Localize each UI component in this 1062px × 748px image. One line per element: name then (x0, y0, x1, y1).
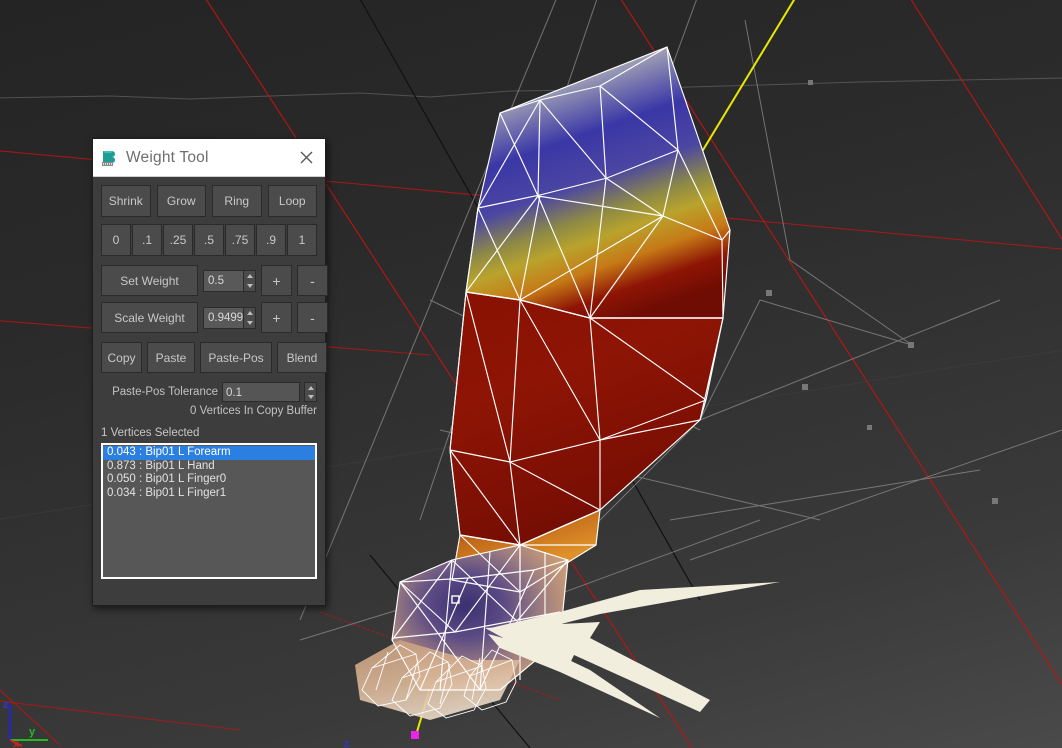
tolerance-spinner-up[interactable] (305, 383, 316, 392)
list-item[interactable]: 0.050 : Bip01 L Finger0 (103, 473, 315, 487)
quick-weight-0[interactable]: 0 (101, 224, 131, 256)
scale-weight-spinner-arrows[interactable] (243, 306, 256, 329)
scale-weight-value[interactable]: 0.9499 (203, 306, 243, 329)
set-weight-spinner-up[interactable] (244, 271, 255, 281)
vertex-weight-list[interactable]: 0.043 : Bip01 L Forearm 0.873 : Bip01 L … (101, 443, 317, 579)
weight-tool-dialog[interactable]: Weight Tool Shrink Grow Ring Loop 0 .1 .… (92, 138, 328, 606)
scale-weight-increase-button[interactable]: + (261, 302, 292, 333)
set-weight-spinner[interactable]: 0.5 (203, 269, 256, 292)
chevron-up-icon (246, 310, 253, 315)
tolerance-spinner-down[interactable] (305, 392, 316, 401)
bottom-axis-label-z: z (344, 738, 350, 748)
forearm-surface (450, 292, 723, 545)
scale-weight-decrease-button[interactable]: - (297, 302, 328, 333)
dialog-body: Shrink Grow Ring Loop 0 .1 .25 .5 .75 .9… (93, 177, 328, 579)
paste-pos-tolerance-spinner[interactable] (304, 382, 317, 402)
upper-arm-surface (466, 47, 730, 318)
selection-status: 1 Vertices Selected (101, 427, 200, 439)
close-icon[interactable] (293, 145, 319, 171)
max-weight-tool-icon (100, 148, 118, 167)
blend-button[interactable]: Blend (277, 342, 327, 373)
scale-weight-spinner-down[interactable] (244, 318, 255, 328)
quick-weight-0.25[interactable]: .25 (163, 224, 193, 256)
copy-button[interactable]: Copy (101, 342, 142, 373)
quick-weight-row: 0 .1 .25 .5 .75 .9 1 (101, 224, 317, 256)
set-weight-spinner-down[interactable] (244, 281, 255, 291)
set-weight-button[interactable]: Set Weight (101, 265, 198, 296)
list-item[interactable]: 0.034 : Bip01 L Finger1 (103, 487, 315, 501)
axis-label-z: z (3, 699, 9, 711)
shrink-button[interactable]: Shrink (101, 185, 151, 217)
paste-button[interactable]: Paste (147, 342, 195, 373)
dialog-title: Weight Tool (126, 148, 209, 166)
axis-label-y: y (29, 726, 36, 738)
pivot-marker (411, 731, 419, 739)
scale-weight-spinner-up[interactable] (244, 308, 255, 318)
scale-weight-button[interactable]: Scale Weight (101, 302, 198, 333)
chevron-up-icon (307, 385, 314, 390)
axis-label-x: x (13, 738, 20, 748)
set-weight-spinner-arrows[interactable] (243, 269, 256, 292)
list-item[interactable]: 0.873 : Bip01 L Hand (103, 460, 315, 474)
quick-weight-1[interactable]: 1 (287, 224, 317, 256)
dialog-titlebar[interactable]: Weight Tool (93, 139, 325, 177)
set-weight-row: Set Weight 0.5 + - (101, 265, 328, 296)
copy-buffer-status: 0 Vertices In Copy Buffer (190, 405, 317, 417)
quick-weight-0.1[interactable]: .1 (132, 224, 162, 256)
set-weight-value[interactable]: 0.5 (203, 269, 243, 292)
quick-weight-0.75[interactable]: .75 (225, 224, 255, 256)
grow-button[interactable]: Grow (156, 185, 206, 217)
paste-pos-tolerance-row: Paste-Pos Tolerance 0.1 (101, 382, 317, 402)
scale-weight-spinner[interactable]: 0.9499 (203, 306, 256, 329)
paste-pos-tolerance-input[interactable]: 0.1 (222, 382, 300, 402)
quick-weight-0.5[interactable]: .5 (194, 224, 224, 256)
paste-pos-tolerance-label: Paste-Pos Tolerance (112, 386, 218, 398)
chevron-down-icon (246, 320, 253, 325)
set-weight-decrease-button[interactable]: - (297, 265, 328, 296)
loop-button[interactable]: Loop (267, 185, 317, 217)
clipboard-button-row: Copy Paste Paste-Pos Blend (101, 342, 327, 373)
ring-button[interactable]: Ring (212, 185, 262, 217)
scale-weight-row: Scale Weight 0.9499 + - (101, 302, 328, 333)
chevron-down-icon (246, 283, 253, 288)
list-item[interactable]: 0.043 : Bip01 L Forearm (103, 446, 315, 460)
chevron-up-icon (246, 273, 253, 278)
chevron-down-icon (307, 394, 314, 399)
quick-weight-0.9[interactable]: .9 (256, 224, 286, 256)
set-weight-increase-button[interactable]: + (261, 265, 292, 296)
paste-pos-button[interactable]: Paste-Pos (200, 342, 272, 373)
selection-button-row: Shrink Grow Ring Loop (101, 185, 317, 217)
